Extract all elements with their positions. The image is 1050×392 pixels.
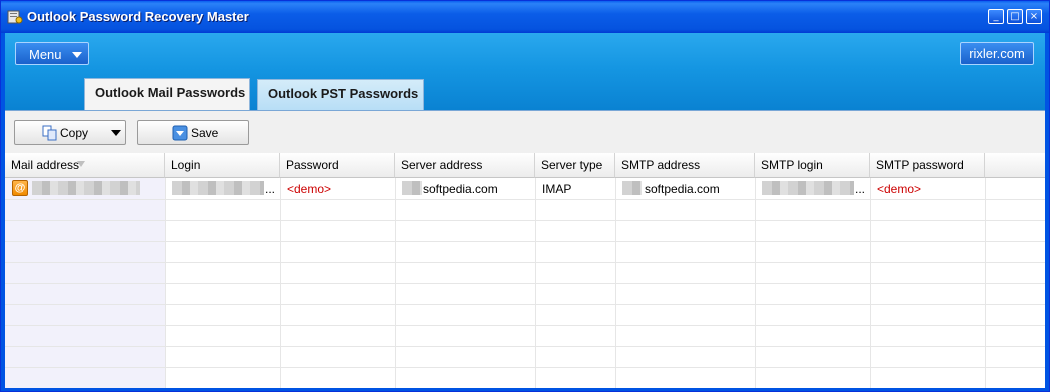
save-button[interactable]: Save bbox=[137, 120, 249, 145]
redacted-server-prefix bbox=[402, 181, 422, 195]
tab-outlook-pst-passwords[interactable]: Outlook PST Passwords bbox=[257, 79, 424, 110]
copy-button-label: Copy bbox=[60, 126, 89, 140]
column-header-password[interactable]: Password bbox=[280, 153, 395, 178]
menu-button[interactable]: Menu bbox=[15, 42, 89, 65]
save-button-label: Save bbox=[191, 126, 219, 140]
copy-icon bbox=[42, 125, 57, 141]
toolbar: Copy Save bbox=[5, 110, 1045, 152]
column-header-server-address[interactable]: Server address bbox=[395, 153, 535, 178]
row-divider bbox=[5, 241, 1045, 242]
app-key-icon bbox=[7, 10, 23, 24]
row-divider bbox=[5, 325, 1045, 326]
column-header-login[interactable]: Login bbox=[165, 153, 280, 178]
passwords-table: Mail address Login Password Server addre… bbox=[5, 153, 1045, 388]
cell-smtp-address: softpedia.com bbox=[645, 182, 720, 196]
header-banner: Menu rixler.com Outlook Mail Passwords O… bbox=[5, 33, 1045, 110]
client-area: Menu rixler.com Outlook Mail Passwords O… bbox=[5, 33, 1045, 388]
title-bar[interactable]: Outlook Password Recovery Master _ □ × bbox=[1, 1, 1049, 33]
menu-button-label: Menu bbox=[29, 47, 62, 62]
sort-indicator-icon bbox=[77, 161, 85, 167]
column-header-label: Mail address bbox=[11, 158, 80, 172]
dropdown-arrow-icon bbox=[72, 52, 82, 58]
copy-button[interactable]: Copy bbox=[14, 120, 126, 145]
redacted-smtp-login bbox=[762, 181, 854, 195]
maximize-button[interactable]: □ bbox=[1007, 9, 1023, 24]
dropdown-arrow-icon bbox=[111, 130, 121, 136]
row-divider bbox=[5, 304, 1045, 305]
redacted-mail-address bbox=[32, 181, 140, 195]
row-divider bbox=[5, 262, 1045, 263]
cell-smtp-password: <demo> bbox=[877, 182, 922, 196]
cell-server-type: IMAP bbox=[542, 182, 572, 196]
row-divider bbox=[5, 199, 1045, 200]
website-link-button[interactable]: rixler.com bbox=[960, 42, 1034, 65]
column-header-smtp-address[interactable]: SMTP address bbox=[615, 153, 755, 178]
window-title: Outlook Password Recovery Master bbox=[27, 9, 249, 24]
cell-server-address: softpedia.com bbox=[423, 182, 498, 196]
column-header-filler bbox=[985, 153, 1045, 178]
cell-password: <demo> bbox=[287, 182, 332, 196]
app-window: Outlook Password Recovery Master _ □ × M… bbox=[0, 0, 1050, 392]
cell-login: ... bbox=[265, 182, 276, 196]
column-header-server-type[interactable]: Server type bbox=[535, 153, 615, 178]
save-icon bbox=[172, 125, 188, 141]
close-button[interactable]: × bbox=[1026, 9, 1042, 24]
row-divider bbox=[5, 220, 1045, 221]
minimize-button[interactable]: _ bbox=[988, 9, 1004, 24]
redacted-login bbox=[172, 181, 264, 195]
row-divider bbox=[5, 283, 1045, 284]
redacted-smtp-prefix bbox=[622, 181, 642, 195]
column-header-smtp-password[interactable]: SMTP password bbox=[870, 153, 985, 178]
email-account-icon: @ bbox=[12, 180, 28, 196]
cell-smtp-login: ... bbox=[855, 182, 866, 196]
row-divider bbox=[5, 367, 1045, 368]
tab-outlook-mail-passwords[interactable]: Outlook Mail Passwords bbox=[84, 78, 250, 110]
column-header-smtp-login[interactable]: SMTP login bbox=[755, 153, 870, 178]
column-header-mail-address[interactable]: Mail address bbox=[5, 153, 165, 178]
row-divider bbox=[5, 346, 1045, 347]
